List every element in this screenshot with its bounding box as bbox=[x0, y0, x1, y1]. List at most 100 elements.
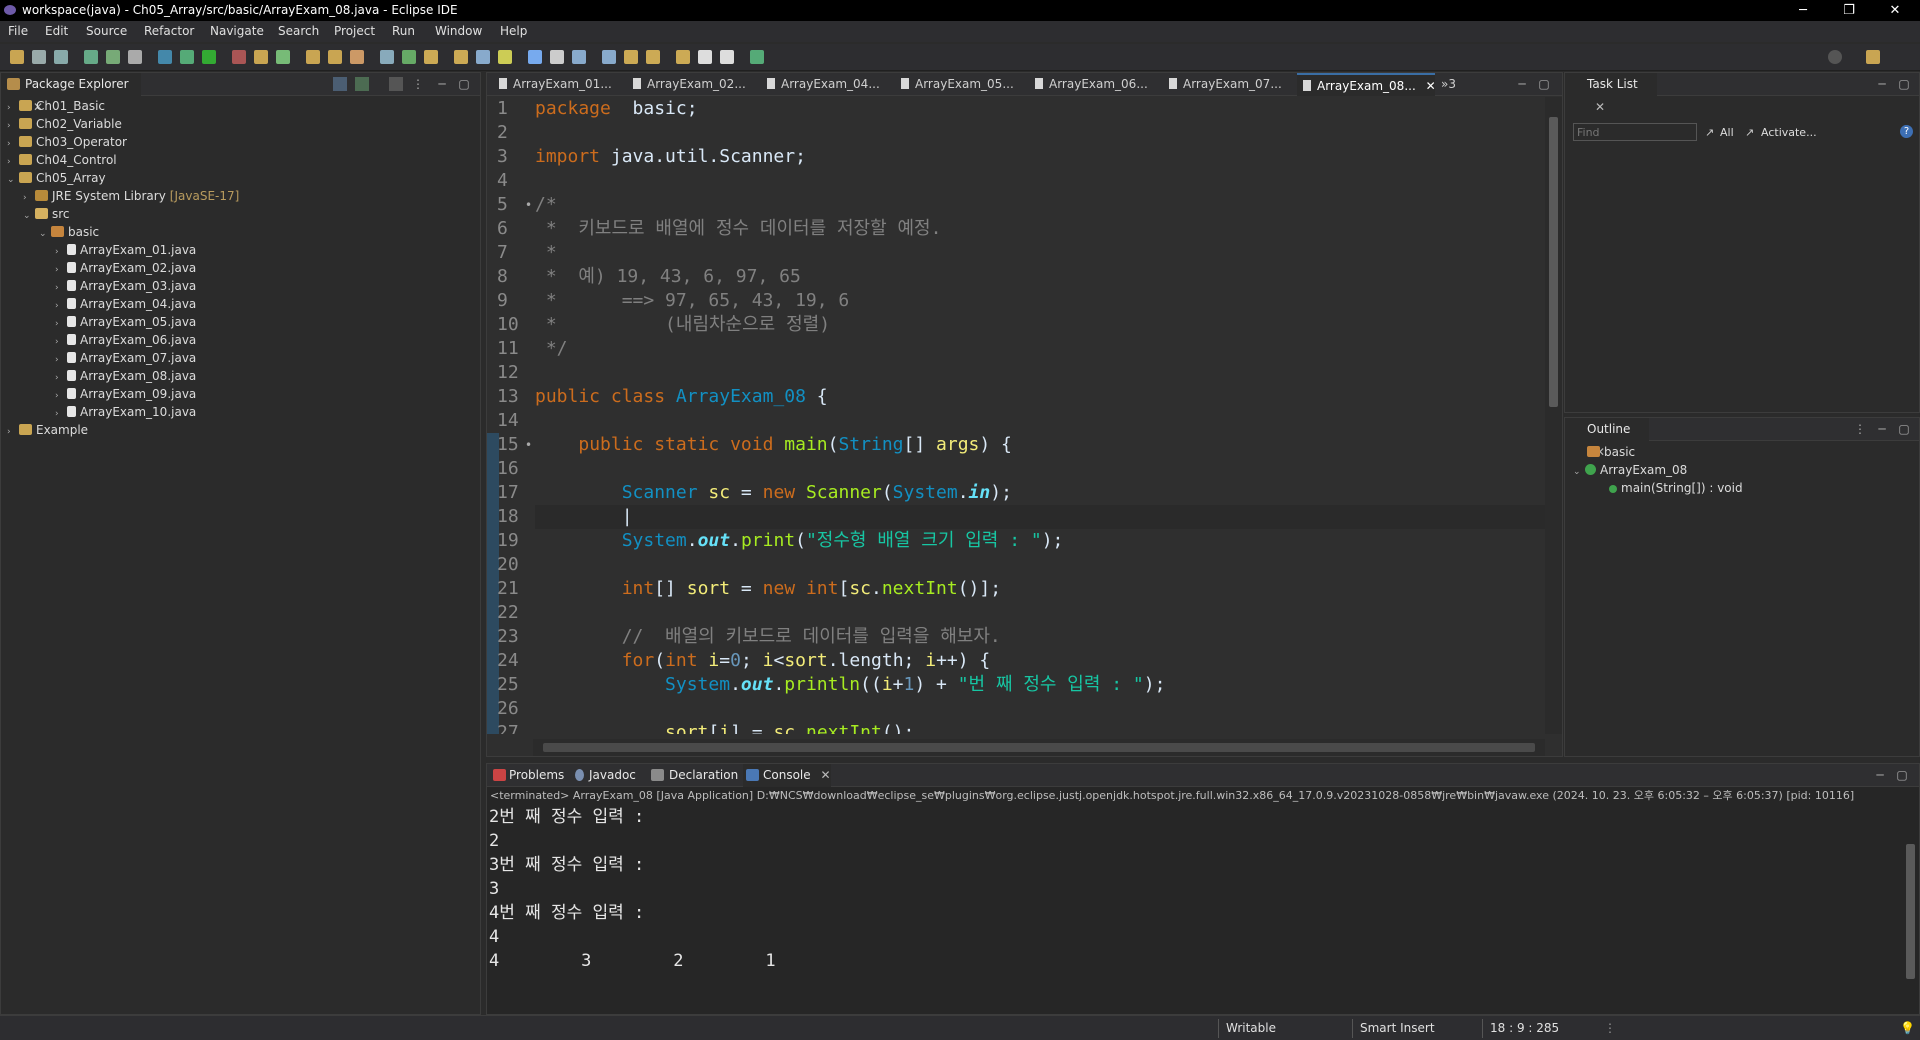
minimize-view-icon[interactable]: ─ bbox=[1875, 422, 1889, 436]
toolbar-action-icon[interactable] bbox=[602, 50, 616, 64]
filter-icon[interactable] bbox=[389, 77, 403, 91]
close-tab-icon[interactable]: ✕ bbox=[820, 768, 830, 782]
code-line[interactable] bbox=[535, 601, 1547, 625]
task-activate-link[interactable]: Activate... bbox=[1761, 126, 1817, 139]
close-tab-icon[interactable]: ✕ bbox=[1422, 79, 1436, 93]
editor-tab[interactable]: ArrayExam_04... bbox=[761, 73, 889, 96]
editor-horizontal-scrollbar[interactable] bbox=[533, 739, 1545, 756]
toolbar-action-icon[interactable] bbox=[54, 50, 68, 64]
search-icon[interactable] bbox=[1828, 50, 1842, 64]
toolbar-action-icon[interactable] bbox=[402, 50, 416, 64]
status-insert-mode[interactable]: Smart Insert bbox=[1360, 1021, 1435, 1035]
menu-source[interactable]: Source bbox=[86, 24, 127, 38]
editor-tab[interactable]: ArrayExam_07... bbox=[1163, 73, 1291, 96]
console-vertical-scrollbar[interactable] bbox=[1902, 804, 1919, 998]
close-tab-icon[interactable]: ✕ bbox=[1595, 100, 1605, 114]
tree-item[interactable]: › ArrayExam_03.java bbox=[55, 277, 196, 295]
maximize-view-icon[interactable]: ▢ bbox=[1897, 77, 1911, 91]
tree-item[interactable]: › ArrayExam_05.java bbox=[55, 313, 196, 331]
toolbar-action-icon[interactable] bbox=[10, 50, 24, 64]
code-line[interactable]: System.out.println((i+1) + "번 째 정수 입력 : … bbox=[535, 673, 1547, 697]
toolbar-action-icon[interactable] bbox=[276, 50, 290, 64]
toolbar-action-icon[interactable] bbox=[328, 50, 342, 64]
chevron-down-icon[interactable]: ⌄ bbox=[7, 171, 19, 189]
view-menu-icon[interactable]: ⋮ bbox=[411, 77, 425, 91]
code-line[interactable]: * bbox=[535, 241, 1547, 265]
task-find-input[interactable] bbox=[1573, 123, 1697, 141]
toolbar-action-icon[interactable] bbox=[32, 50, 46, 64]
toolbar-action-icon[interactable] bbox=[624, 50, 638, 64]
tree-item[interactable]: › Ch04_Control bbox=[7, 151, 117, 169]
menu-window[interactable]: Window bbox=[435, 24, 482, 38]
menu-run[interactable]: Run bbox=[392, 24, 415, 38]
tab-package-explorer[interactable]: Package Explorer ✕ bbox=[1, 73, 141, 114]
perspective-icon[interactable] bbox=[1866, 50, 1880, 64]
code-line[interactable] bbox=[535, 697, 1547, 721]
toolbar-action-icon[interactable] bbox=[232, 50, 246, 64]
tree-item[interactable]: › ArrayExam_02.java bbox=[55, 259, 196, 277]
scrollbar-thumb[interactable] bbox=[1549, 117, 1558, 407]
close-window-button[interactable]: ✕ bbox=[1872, 0, 1918, 21]
menu-help[interactable]: Help bbox=[500, 24, 527, 38]
code-line[interactable]: System.out.print("정수형 배열 크기 입력 : "); bbox=[535, 529, 1547, 553]
toolbar-action-icon[interactable] bbox=[106, 50, 120, 64]
tree-item[interactable]: ⌄ Ch05_Array bbox=[7, 169, 106, 187]
toolbar-action-icon[interactable] bbox=[380, 50, 394, 64]
code-line[interactable]: */ bbox=[535, 337, 1547, 361]
tree-item[interactable]: › ArrayExam_10.java bbox=[55, 403, 196, 421]
scrollbar-thumb[interactable] bbox=[1906, 844, 1915, 979]
status-cursor-position[interactable]: 18 : 9 : 285 bbox=[1490, 1021, 1559, 1035]
code-line[interactable] bbox=[535, 361, 1547, 385]
toolbar-action-icon[interactable] bbox=[202, 50, 216, 64]
toolbar-action-icon[interactable] bbox=[180, 50, 194, 64]
editor-vertical-scrollbar[interactable] bbox=[1545, 97, 1562, 734]
toolbar-action-icon[interactable] bbox=[84, 50, 98, 64]
minimize-view-icon[interactable]: ─ bbox=[1515, 77, 1529, 91]
restore-button[interactable]: ❐ bbox=[1826, 0, 1872, 21]
tab-overflow-button[interactable]: »3 bbox=[1441, 73, 1456, 96]
code-line[interactable]: * (내림차순으로 정렬) bbox=[535, 313, 1547, 337]
code-line[interactable]: // 배열의 키보드로 데이터를 입력을 해보자. bbox=[535, 625, 1547, 649]
tree-item[interactable]: › ArrayExam_09.java bbox=[55, 385, 196, 403]
tree-item[interactable]: › ArrayExam_06.java bbox=[55, 331, 196, 349]
minimize-view-icon[interactable]: ─ bbox=[435, 77, 449, 91]
menu-edit[interactable]: Edit bbox=[45, 24, 68, 38]
maximize-view-icon[interactable]: ▢ bbox=[1895, 768, 1909, 782]
editor-tab[interactable]: ArrayExam_08... ✕ bbox=[1297, 73, 1436, 96]
editor-tab[interactable]: ArrayExam_06... bbox=[1029, 73, 1157, 96]
chevron-down-icon[interactable]: ⌄ bbox=[1573, 463, 1585, 481]
maximize-view-icon[interactable]: ▢ bbox=[457, 77, 471, 91]
toolbar-action-icon[interactable] bbox=[454, 50, 468, 64]
tree-item[interactable]: › Ch02_Variable bbox=[7, 115, 122, 133]
code-line[interactable]: * ==> 97, 65, 43, 19, 6 bbox=[535, 289, 1547, 313]
maximize-view-icon[interactable]: ▢ bbox=[1537, 77, 1551, 91]
view-menu-icon[interactable]: ⋮ bbox=[1853, 422, 1867, 436]
toolbar-action-icon[interactable] bbox=[254, 50, 268, 64]
toolbar-action-icon[interactable] bbox=[550, 50, 564, 64]
tree-item[interactable]: › ArrayExam_08.java bbox=[55, 367, 196, 385]
maximize-view-icon[interactable]: ▢ bbox=[1897, 422, 1911, 436]
task-all-link[interactable]: All bbox=[1720, 126, 1734, 139]
fold-marker-icon[interactable]: • bbox=[525, 193, 532, 217]
code-editor[interactable]: 1 2 3 4 5 • 6 7 8 9 10 11 12 13 14 15 • 16 17 18 19 20 21 22 23 2… bbox=[487, 97, 1547, 734]
code-line[interactable]: /* bbox=[535, 193, 1547, 217]
toolbar-action-icon[interactable] bbox=[698, 50, 712, 64]
menu-refactor[interactable]: Refactor bbox=[144, 24, 194, 38]
tree-item[interactable]: › Ch01_Basic bbox=[7, 97, 105, 115]
toolbar-action-icon[interactable] bbox=[128, 50, 142, 64]
toolbar-action-icon[interactable] bbox=[528, 50, 542, 64]
tab-task-list[interactable]: Task List ✕ bbox=[1565, 73, 1657, 114]
tree-item[interactable]: › ArrayExam_07.java bbox=[55, 349, 196, 367]
code-line[interactable]: int[] sort = new int[sc.nextInt()]; bbox=[535, 577, 1547, 601]
toolbar-action-icon[interactable] bbox=[306, 50, 320, 64]
editor-tab[interactable]: ArrayExam_01... bbox=[493, 73, 621, 96]
help-icon[interactable]: ? bbox=[1900, 125, 1913, 138]
editor-tab[interactable]: ArrayExam_02... bbox=[627, 73, 755, 96]
code-line[interactable] bbox=[535, 409, 1547, 433]
fold-marker-icon[interactable]: • bbox=[525, 433, 532, 457]
outline-item-method[interactable]: main(String[]) : void bbox=[1609, 479, 1743, 497]
toolbar-action-icon[interactable] bbox=[350, 50, 364, 64]
chevron-right-icon[interactable]: › bbox=[7, 423, 19, 441]
menu-navigate[interactable]: Navigate bbox=[210, 24, 264, 38]
menu-project[interactable]: Project bbox=[334, 24, 375, 38]
